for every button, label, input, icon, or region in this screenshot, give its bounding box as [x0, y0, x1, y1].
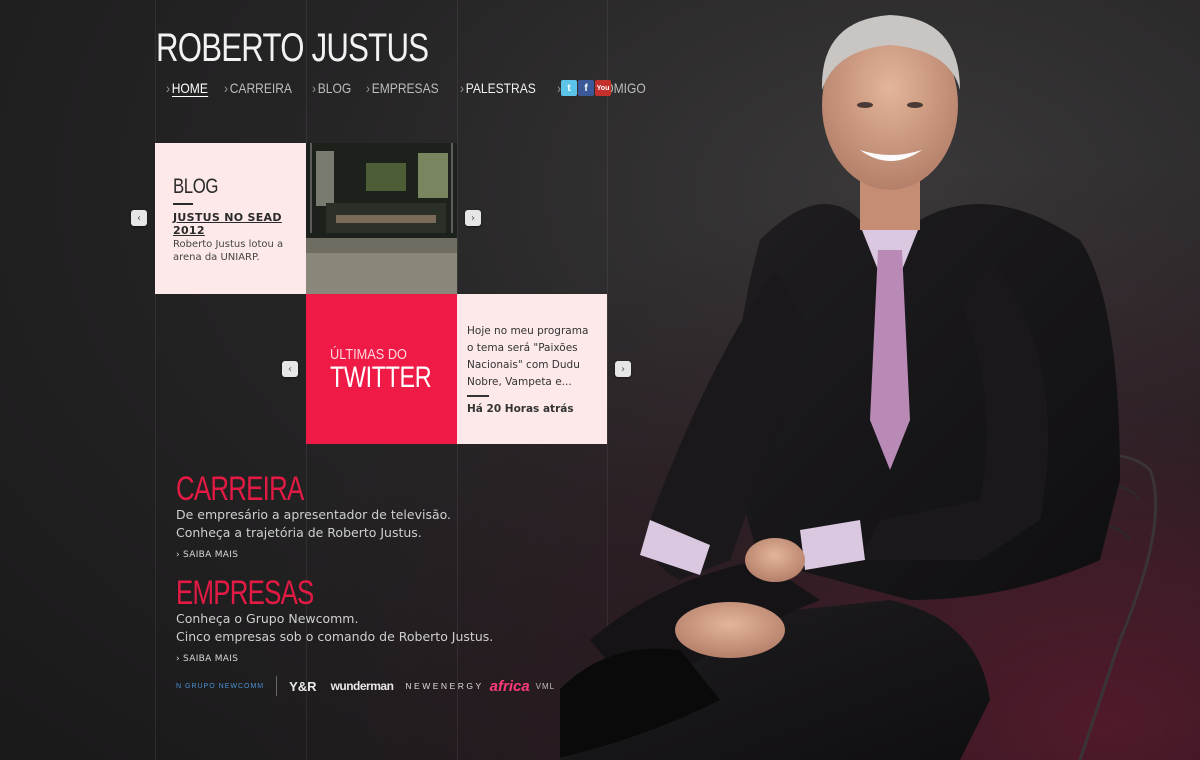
youtube-icon[interactable]: You [595, 80, 611, 96]
chevron-right-icon: › [459, 80, 464, 96]
tweet-text[interactable]: Hoje no meu programa o tema será "Paixõe… [467, 323, 597, 391]
grupo-newcomm-logo[interactable]: N GRUPO NEWCOMM [176, 683, 264, 690]
twitter-card: ÚLTIMAS DO TWITTER [306, 294, 457, 444]
hero-portrait-image [560, 15, 1158, 760]
nav-label: PALESTRAS [465, 80, 536, 96]
nav-item-blog[interactable]: › BLOG [312, 80, 351, 96]
tweet-timestamp: Há 20 Horas atrás [467, 403, 574, 415]
wunderman-logo[interactable]: wunderman [331, 679, 394, 693]
site-logo[interactable]: ROBERTO JUSTUS [156, 26, 429, 71]
nav-item-empresas[interactable]: › EMPRESAS [366, 80, 439, 96]
social-links: t f You [561, 80, 611, 96]
nav-item-palestras[interactable]: › PALESTRAS [460, 80, 536, 96]
blog-next-arrow[interactable]: › [465, 210, 481, 226]
twitter-icon[interactable]: t [561, 80, 577, 96]
twitter-card-title: TWITTER [330, 361, 432, 394]
carreira-title[interactable]: CARREIRA [176, 472, 385, 506]
carreira-text-line2: Conheça a trajetória de Roberto Justus. [176, 525, 422, 540]
chevron-right-icon: › [366, 80, 371, 96]
nav-label: EMPRESAS [372, 80, 439, 96]
blog-card: BLOG JUSTUS NO SEAD 2012 Roberto Justus l… [155, 143, 306, 294]
nav-item-home[interactable]: › HOME [166, 80, 208, 97]
empresas-saiba-mais-link[interactable]: › SAIBA MAIS [176, 654, 238, 664]
grid-line [155, 0, 156, 760]
empresas-title[interactable]: EMPRESAS [176, 576, 417, 610]
newenergy-logo[interactable]: NEWENERGY [405, 681, 483, 691]
blog-heading: BLOG [173, 175, 219, 198]
blog-post-link[interactable]: JUSTUS NO SEAD 2012 [173, 211, 288, 237]
twitter-next-arrow[interactable]: › [615, 361, 631, 377]
carreira-saiba-mais-link[interactable]: › SAIBA MAIS [176, 550, 238, 560]
vml-logo[interactable]: VML [536, 682, 555, 691]
chevron-right-icon: › [166, 80, 171, 96]
yr-logo[interactable]: Y&R [289, 679, 316, 694]
facebook-icon[interactable]: f [578, 80, 594, 96]
chevron-right-icon: › [311, 80, 316, 96]
blog-prev-arrow[interactable]: ‹ [131, 210, 147, 226]
blog-post-title: JUSTUS NO SEAD [173, 211, 282, 224]
nav-label: BLOG [317, 80, 351, 96]
stage-photo-graphic [306, 143, 457, 294]
carreira-text-line1: De empresário a apresentador de televisã… [176, 507, 452, 522]
chevron-right-icon: › [223, 80, 228, 96]
empresas-section: EMPRESAS Conheça o Grupo Newcomm. Cinco … [176, 576, 493, 665]
nav-label: HOME [171, 80, 208, 97]
empresas-text-line2: Cinco empresas sob o comando de Roberto … [176, 629, 494, 644]
blog-post-excerpt: Roberto Justus lotou a arena da UNIARP. [173, 239, 284, 263]
divider [467, 395, 489, 397]
carreira-section: CARREIRA De empresário a apresentador de… [176, 472, 451, 561]
africa-logo[interactable]: africa [490, 678, 530, 695]
blog-post-title-year: 2012 [173, 224, 205, 237]
divider [173, 203, 193, 205]
empresas-text-line1: Conheça o Grupo Newcomm. [176, 611, 359, 626]
partner-logos: N GRUPO NEWCOMM Y&R wunderman NEWENERGY … [176, 676, 555, 696]
twitter-prev-arrow[interactable]: ‹ [282, 361, 298, 377]
blog-post-image[interactable] [306, 143, 457, 294]
nav-label: CARREIRA [229, 80, 292, 96]
nav-item-carreira[interactable]: › CARREIRA [224, 80, 292, 96]
divider [276, 676, 278, 696]
tweet-card: Hoje no meu programa o tema será "Paixõe… [457, 294, 607, 444]
